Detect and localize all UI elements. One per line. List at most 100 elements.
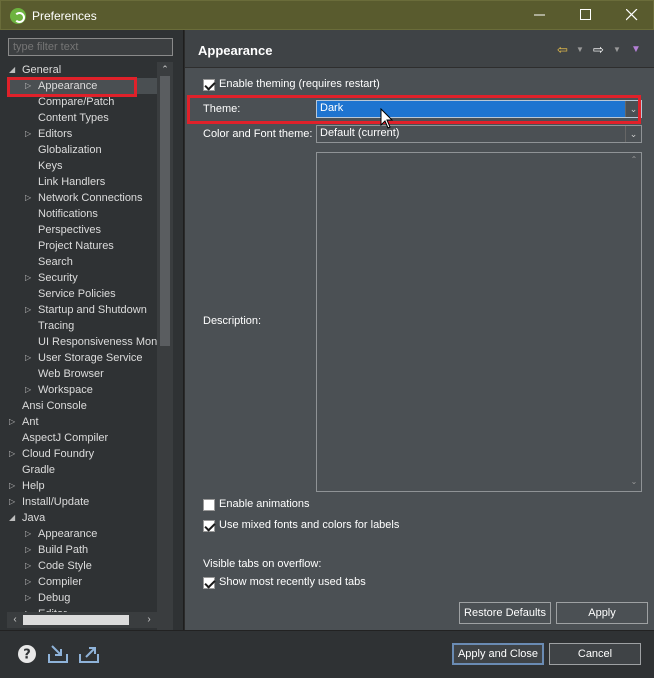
cancel-button[interactable]: Cancel bbox=[549, 643, 641, 665]
tree-item[interactable]: ▷ User Storage Service bbox=[7, 350, 157, 366]
tree-item[interactable]: AspectJ Compiler bbox=[7, 430, 157, 446]
tree-item[interactable]: Ansi Console bbox=[7, 398, 157, 414]
show-recent-tabs-label[interactable]: Show most recently used tabs bbox=[219, 576, 366, 588]
mixed-fonts-label[interactable]: Use mixed fonts and colors for labels bbox=[219, 519, 399, 531]
tree-item[interactable]: ▷ Cloud Foundry bbox=[7, 446, 157, 462]
tree-item[interactable]: Tracing bbox=[7, 318, 157, 334]
collapsed-twisty-icon[interactable]: ▷ bbox=[9, 414, 17, 430]
maximize-button[interactable] bbox=[563, 1, 609, 30]
tree-item[interactable]: Link Handlers bbox=[7, 174, 157, 190]
scroll-left-icon[interactable]: ‹ bbox=[9, 614, 21, 625]
filter-input[interactable] bbox=[8, 38, 173, 56]
tree-item[interactable]: ▷ Install/Update bbox=[7, 494, 157, 510]
color-font-theme-dropdown[interactable]: Default (current) ⌄ bbox=[316, 125, 642, 143]
tree-item-label: Notifications bbox=[38, 208, 98, 220]
tree-item[interactable]: ▷ Appearance bbox=[7, 526, 157, 542]
tree-vertical-scrollbar[interactable]: ⌃ ⌄ bbox=[157, 62, 173, 644]
collapsed-twisty-icon[interactable]: ▷ bbox=[25, 542, 33, 558]
forward-arrow-icon[interactable]: ⇨ bbox=[593, 42, 604, 57]
enable-theming-checkbox[interactable] bbox=[203, 79, 215, 91]
tree-item[interactable]: Content Types bbox=[7, 110, 157, 126]
tree-item-label: Link Handlers bbox=[38, 176, 106, 188]
collapsed-twisty-icon[interactable]: ▷ bbox=[25, 350, 33, 366]
enable-animations-label[interactable]: Enable animations bbox=[219, 498, 310, 510]
tree-item[interactable]: ▷ Editors bbox=[7, 126, 157, 142]
mixed-fonts-checkbox[interactable] bbox=[203, 520, 215, 532]
export-icon[interactable] bbox=[78, 644, 100, 664]
collapsed-twisty-icon[interactable]: ▷ bbox=[25, 302, 33, 318]
scroll-up-icon[interactable]: ⌃ bbox=[629, 155, 639, 164]
tree-item[interactable]: ▷ Help bbox=[7, 478, 157, 494]
tree-hscroll-thumb[interactable] bbox=[23, 615, 129, 625]
collapsed-twisty-icon[interactable]: ▷ bbox=[9, 494, 17, 510]
tree-item-label: Web Browser bbox=[38, 368, 104, 380]
expanded-twisty-icon[interactable]: ◢ bbox=[9, 510, 17, 526]
forward-dropdown-icon[interactable]: ▼ bbox=[613, 45, 621, 59]
tree-item[interactable]: UI Responsiveness Moni bbox=[7, 334, 157, 350]
tree-item[interactable]: Globalization bbox=[7, 142, 157, 158]
tree-item[interactable]: ▷ Build Path bbox=[7, 542, 157, 558]
apply-button[interactable]: Apply bbox=[556, 602, 648, 624]
tree-item[interactable]: ◢ Java bbox=[7, 510, 157, 526]
tree-scroll-thumb[interactable] bbox=[160, 76, 170, 346]
tree-horizontal-scrollbar[interactable]: ‹ › bbox=[7, 612, 157, 628]
tree-item[interactable]: ▷ Workspace bbox=[7, 382, 157, 398]
tree-item[interactable]: ▷ Debug bbox=[7, 590, 157, 606]
tree-item[interactable]: Perspectives bbox=[7, 222, 157, 238]
enable-animations-checkbox[interactable] bbox=[203, 499, 215, 511]
tree-item[interactable]: ▷ Ant bbox=[7, 414, 157, 430]
tree-item-label: Appearance bbox=[38, 528, 98, 540]
tree-item[interactable]: Web Browser bbox=[7, 366, 157, 382]
chevron-down-icon[interactable]: ⌄ bbox=[625, 126, 641, 142]
help-icon[interactable]: ? bbox=[16, 644, 38, 664]
tree-item[interactable]: ◢ General bbox=[7, 62, 157, 78]
tree-item-label: Perspectives bbox=[38, 224, 101, 236]
tree-item-label: Content Types bbox=[38, 112, 109, 124]
collapsed-twisty-icon[interactable]: ▷ bbox=[25, 190, 33, 206]
scroll-down-icon[interactable]: ⌄ bbox=[629, 477, 639, 486]
tree-item[interactable]: Notifications bbox=[7, 206, 157, 222]
mouse-cursor-icon bbox=[380, 108, 394, 129]
tree-item-label: Help bbox=[22, 480, 45, 492]
description-scrollbar[interactable]: ⌃ ⌄ bbox=[627, 153, 641, 491]
collapsed-twisty-icon[interactable]: ▷ bbox=[25, 574, 33, 590]
window-title: Preferences bbox=[32, 9, 97, 23]
theme-highlight-box bbox=[187, 95, 641, 124]
close-button[interactable] bbox=[609, 1, 654, 30]
view-menu-icon[interactable]: ▼ bbox=[631, 44, 641, 58]
collapsed-twisty-icon[interactable]: ▷ bbox=[25, 558, 33, 574]
import-icon[interactable] bbox=[47, 644, 69, 664]
tree-item[interactable]: ▷ Security bbox=[7, 270, 157, 286]
tree-item[interactable]: Gradle bbox=[7, 462, 157, 478]
description-text-area[interactable]: ⌃ ⌄ bbox=[316, 152, 642, 492]
tree-item[interactable]: ▷ Network Connections bbox=[7, 190, 157, 206]
collapsed-twisty-icon[interactable]: ▷ bbox=[25, 126, 33, 142]
color-font-theme-label: Color and Font theme: bbox=[203, 128, 313, 140]
back-arrow-icon[interactable]: ⇦ bbox=[557, 42, 568, 57]
show-recent-tabs-checkbox[interactable] bbox=[203, 577, 215, 589]
scroll-right-icon[interactable]: › bbox=[143, 614, 155, 625]
tree-item-label: Build Path bbox=[38, 544, 89, 556]
collapsed-twisty-icon[interactable]: ▷ bbox=[25, 270, 33, 286]
tree-item[interactable]: Search bbox=[7, 254, 157, 270]
collapsed-twisty-icon[interactable]: ▷ bbox=[25, 382, 33, 398]
enable-theming-label[interactable]: Enable theming (requires restart) bbox=[219, 78, 380, 90]
scroll-up-icon[interactable]: ⌃ bbox=[160, 64, 170, 76]
restore-defaults-button[interactable]: Restore Defaults bbox=[459, 602, 551, 624]
minimize-button[interactable] bbox=[517, 1, 563, 30]
tree-item[interactable]: Project Natures bbox=[7, 238, 157, 254]
tree-item[interactable]: ▷ Startup and Shutdown bbox=[7, 302, 157, 318]
tree-item-label: Service Policies bbox=[38, 288, 116, 300]
collapsed-twisty-icon[interactable]: ▷ bbox=[9, 478, 17, 494]
tree-item[interactable]: ▷ Compiler bbox=[7, 574, 157, 590]
collapsed-twisty-icon[interactable]: ▷ bbox=[25, 590, 33, 606]
back-dropdown-icon[interactable]: ▼ bbox=[576, 45, 584, 59]
tree-item[interactable]: Keys bbox=[7, 158, 157, 174]
apply-and-close-button[interactable]: Apply and Close bbox=[452, 643, 544, 665]
tree-item[interactable]: ▷ Code Style bbox=[7, 558, 157, 574]
collapsed-twisty-icon[interactable]: ▷ bbox=[25, 526, 33, 542]
tree-item-label: Workspace bbox=[38, 384, 93, 396]
collapsed-twisty-icon[interactable]: ▷ bbox=[9, 446, 17, 462]
expanded-twisty-icon[interactable]: ◢ bbox=[9, 62, 17, 78]
tree-item[interactable]: Service Policies bbox=[7, 286, 157, 302]
